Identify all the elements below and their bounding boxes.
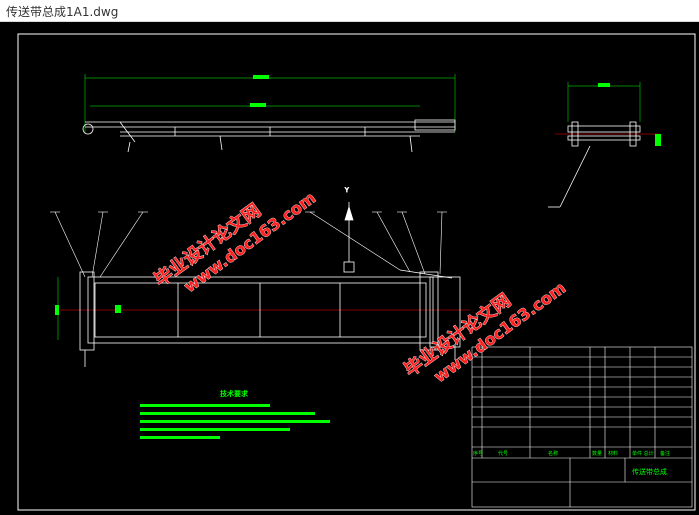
col-weight: 单件 总计 bbox=[632, 450, 654, 457]
view-arrow-label: Y bbox=[344, 187, 349, 194]
end-view bbox=[548, 82, 661, 208]
window-title-bar: 传送带总成1A1.dwg bbox=[0, 0, 699, 22]
col-no: 序号 bbox=[473, 450, 483, 457]
drawing-border bbox=[17, 33, 696, 511]
col-code: 代号 bbox=[498, 450, 508, 457]
drawing-name: 传送带总成 bbox=[632, 467, 667, 476]
elevation-view bbox=[82, 74, 456, 153]
col-name: 名称 bbox=[548, 450, 558, 457]
technical-notes: 技术要求 bbox=[140, 389, 330, 439]
cad-drawing[interactable]: Y 技术要求 序号 代号 名称 数量 材料 单件 总计 备注 传送带总成 毕业设… bbox=[0, 22, 699, 515]
col-remark: 备注 bbox=[660, 450, 670, 457]
col-material: 材料 bbox=[608, 450, 618, 457]
watermark-left: 毕业设计论文网 www.doc163.com bbox=[150, 188, 320, 297]
window-title: 传送带总成1A1.dwg bbox=[6, 5, 119, 19]
col-qty: 数量 bbox=[592, 450, 602, 457]
notes-title: 技术要求 bbox=[220, 389, 249, 398]
cad-viewport[interactable]: Y 技术要求 序号 代号 名称 数量 材料 单件 总计 备注 传送带总成 毕业设… bbox=[0, 22, 699, 515]
title-block: 序号 代号 名称 数量 材料 单件 总计 备注 传送带总成 bbox=[471, 346, 693, 508]
